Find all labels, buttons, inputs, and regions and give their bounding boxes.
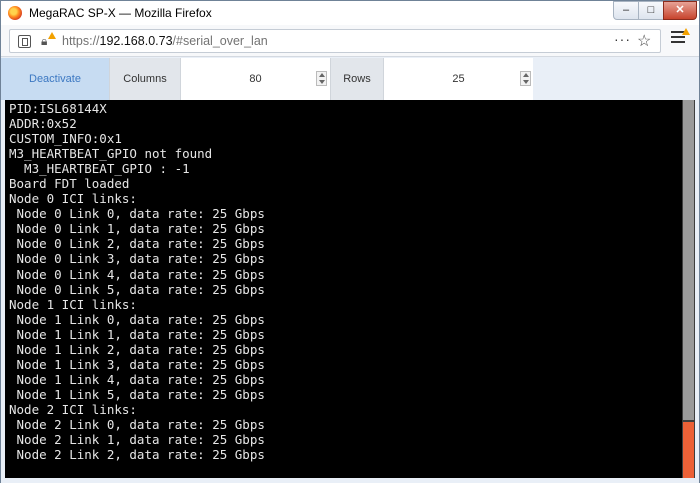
terminal-line: Node 0 Link 3, data rate: 25 Gbps (9, 251, 265, 267)
terminal-line: M3_HEARTBEAT_GPIO : -1 (9, 161, 190, 177)
window-title: MegaRAC SP-X — Mozilla Firefox (29, 6, 212, 20)
firefox-logo-icon (8, 6, 22, 20)
scrollbar-track-fill (683, 100, 694, 420)
terminal-line: Node 2 ICI links: (9, 401, 137, 417)
terminal-line: Node 0 Link 5, data rate: 25 Gbps (9, 281, 265, 297)
terminal-line: Node 0 Link 2, data rate: 25 Gbps (9, 236, 265, 252)
url-bar[interactable]: 🔒︎ https://192.168.0.73/#serial_over_lan… (9, 29, 661, 53)
terminal-line: PID:ISL68144X (9, 101, 107, 116)
terminal-output: PID:ISL68144X ADDR:0x52 CUSTOM_INFO:0x1 M3_… (9, 101, 265, 462)
bookmark-star-icon[interactable]: ☆ (637, 31, 651, 51)
terminal-line: Node 0 ICI links: (9, 191, 137, 207)
terminal-line: Node 2 Link 2, data rate: 25 Gbps (9, 447, 265, 463)
maximize-button[interactable]: □ (638, 1, 664, 20)
terminal-line: Node 1 Link 5, data rate: 25 Gbps (9, 386, 265, 402)
rows-stepper[interactable] (520, 71, 531, 86)
columns-stepper[interactable] (316, 71, 327, 86)
lock-icon[interactable]: 🔒︎ (41, 34, 47, 49)
title-bar: MegaRAC SP-X — Mozilla Firefox – □ ✕ (1, 1, 699, 25)
terminal-line: Node 0 Link 4, data rate: 25 Gbps (9, 266, 265, 282)
url-path: /#serial_over_lan (172, 34, 268, 48)
rows-input[interactable]: 25 (384, 58, 533, 100)
terminal-line: Node 0 Link 0, data rate: 25 Gbps (9, 206, 265, 222)
terminal-line: Node 1 Link 1, data rate: 25 Gbps (9, 326, 265, 342)
terminal-line: Node 1 Link 3, data rate: 25 Gbps (9, 356, 265, 372)
terminal-line: Node 2 Link 0, data rate: 25 Gbps (9, 416, 265, 432)
terminal-line: Node 0 Link 1, data rate: 25 Gbps (9, 221, 265, 237)
terminal-line: Node 1 Link 0, data rate: 25 Gbps (9, 311, 265, 327)
scrollbar-thumb[interactable] (683, 422, 694, 478)
columns-input[interactable]: 80 (181, 58, 330, 100)
terminal-line: Node 1 Link 4, data rate: 25 Gbps (9, 371, 265, 387)
site-info-icon[interactable] (18, 35, 31, 48)
close-button[interactable]: ✕ (663, 1, 697, 20)
toolbar-filler (533, 58, 699, 100)
menu-warning-icon (682, 28, 690, 35)
browser-window: MegaRAC SP-X — Mozilla Firefox – □ ✕ 🔒︎ … (0, 0, 700, 483)
terminal-line: CUSTOM_INFO:0x1 (9, 131, 122, 147)
minimize-button[interactable]: – (613, 1, 639, 20)
terminal-line: Node 1 ICI links: (9, 296, 137, 312)
page-actions-icon[interactable]: ··· (614, 31, 631, 47)
terminal-scrollbar[interactable] (682, 100, 695, 478)
url-scheme: https:// (62, 34, 100, 48)
columns-label: Columns (109, 58, 181, 100)
navigation-bar: 🔒︎ https://192.168.0.73/#serial_over_lan… (1, 25, 699, 57)
sol-toolbar: Deactivate Columns 80 Rows 25 (1, 58, 699, 100)
rows-label: Rows (330, 58, 384, 100)
deactivate-button[interactable]: Deactivate (1, 58, 109, 100)
serial-console-terminal[interactable]: PID:ISL68144X ADDR:0x52 CUSTOM_INFO:0x1 M3_… (5, 100, 695, 478)
terminal-line: Board FDT loaded (9, 176, 130, 192)
terminal-line: ADDR:0x52 (9, 116, 77, 132)
terminal-line: Node 2 Link 1, data rate: 25 Gbps (9, 432, 265, 448)
url-text[interactable]: https://192.168.0.73/#serial_over_lan (62, 34, 268, 48)
url-host: 192.168.0.73 (99, 34, 173, 48)
terminal-line: M3_HEARTBEAT_GPIO not found (9, 146, 213, 162)
terminal-line: Node 1 Link 2, data rate: 25 Gbps (9, 341, 265, 357)
window-bottom-edge (1, 478, 699, 483)
warning-icon (48, 32, 56, 39)
